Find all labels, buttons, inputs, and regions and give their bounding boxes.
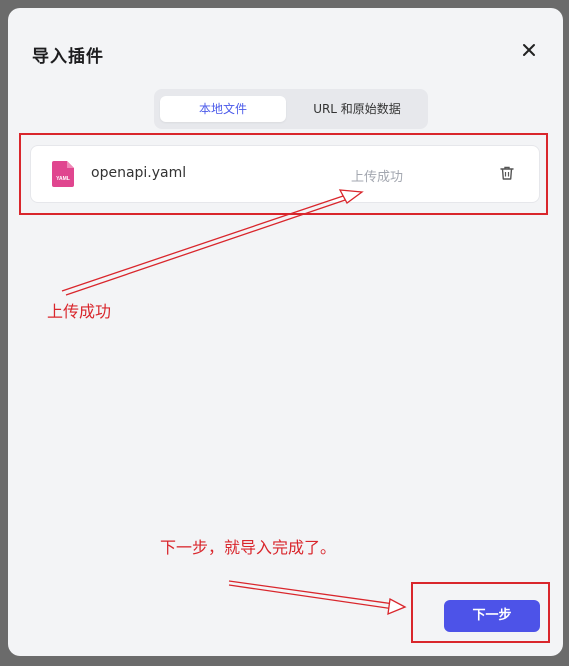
next-button[interactable]: 下一步 <box>444 600 540 632</box>
dialog-title: 导入插件 <box>32 47 104 67</box>
tab-local-file[interactable]: 本地文件 <box>160 96 286 122</box>
upload-success-annotation: 上传成功 <box>47 302 112 321</box>
import-plugin-dialog: 导入插件 本地文件 URL 和原始数据 <box>8 8 563 656</box>
file-highlight-box <box>19 133 548 215</box>
close-button[interactable] <box>520 41 538 59</box>
close-icon <box>523 44 535 56</box>
import-source-tabs: 本地文件 URL 和原始数据 <box>154 89 428 129</box>
next-step-annotation: 下一步，就导入完成了。 <box>160 538 337 557</box>
tab-url-raw-data[interactable]: URL 和原始数据 <box>294 96 420 122</box>
